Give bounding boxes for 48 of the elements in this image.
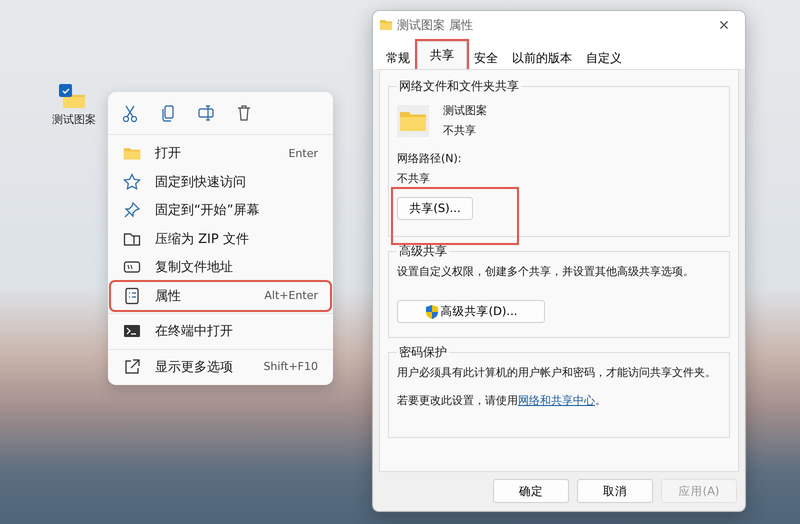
advanced-sharing-button[interactable]: 高级共享(D)... <box>397 300 545 323</box>
tab[interactable]: 常规 <box>379 45 417 69</box>
menu-item[interactable]: 属性 Alt+Enter <box>111 282 330 310</box>
rename-icon <box>197 104 215 122</box>
tab[interactable]: 自定义 <box>579 45 629 69</box>
close-button[interactable]: × <box>709 14 739 36</box>
star-icon <box>123 172 141 191</box>
menu-item[interactable]: 显示更多选项 Shift+F10 <box>111 352 330 381</box>
checkbox[interactable] <box>59 84 72 97</box>
share-out-icon <box>123 358 141 376</box>
folder-icon <box>379 19 393 31</box>
shortcut-label: Enter <box>288 146 318 160</box>
network-path: 不共享 <box>397 171 431 187</box>
properties-icon <box>123 286 141 305</box>
share-button[interactable]: 共享(S)... <box>397 197 473 220</box>
group-title: 网络文件和文件夹共享 <box>398 78 520 95</box>
tab[interactable]: 共享 <box>417 41 467 69</box>
description-text: 设置自定义权限，创建多个共享，并设置其他高级共享选项。 <box>397 264 695 280</box>
menu-item[interactable]: 复制文件地址 <box>111 253 330 282</box>
folder-name: 测试图案 <box>443 103 487 119</box>
trash-icon <box>235 104 253 122</box>
window-title: 测试图案 属性 <box>397 16 474 34</box>
check-icon <box>60 86 70 96</box>
shortcut-label: Shift+F10 <box>263 360 318 374</box>
menu-item[interactable]: 在终端中打开 <box>111 317 330 346</box>
tab[interactable]: 安全 <box>467 45 505 69</box>
network-center-link[interactable]: 网络和共享中心 <box>518 393 595 409</box>
pin-icon <box>123 201 141 220</box>
menu-item[interactable]: 固定到“开始”屏幕 <box>111 196 330 224</box>
description-text: 用户必须具有此计算机的用户帐户和密码，才能访问共享文件夹。 <box>397 365 717 381</box>
folder-icon <box>399 109 427 133</box>
field-label: 网络路径(N): <box>397 151 463 167</box>
share-status: 不共享 <box>443 123 477 139</box>
menu-item[interactable]: 压缩为 ZIP 文件 <box>111 224 330 253</box>
menu-item[interactable]: 固定到快速访问 <box>111 168 330 196</box>
instruction-text: 若要更改此设置，请使用 <box>397 393 518 409</box>
shield-icon <box>424 304 439 320</box>
menu-item[interactable]: 打开 Enter <box>111 139 330 168</box>
folder-icon <box>123 146 141 161</box>
cut-icon <box>121 104 139 122</box>
dialog-button[interactable]: 确定 <box>493 479 569 503</box>
file-name: 测试图案 <box>52 112 96 127</box>
dialog-button[interactable]: 取消 <box>577 479 653 503</box>
tab[interactable]: 以前的版本 <box>505 45 579 69</box>
period-text: 。 <box>595 393 606 409</box>
shortcut-label: Alt+Enter <box>264 289 318 302</box>
group-title: 密码保护 <box>398 344 448 361</box>
group-title: 高级共享 <box>398 243 448 260</box>
